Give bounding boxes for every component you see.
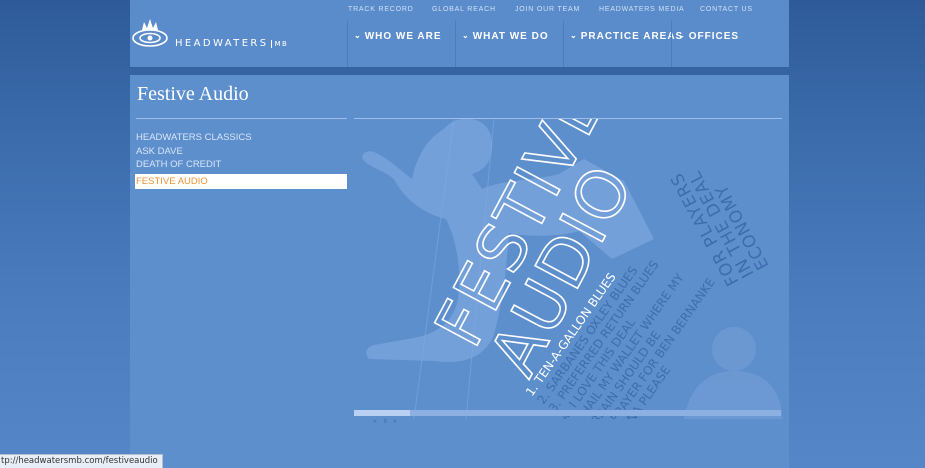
main-content: Festive Audio HEADWATERS CLASSICS ASK DA… — [130, 75, 789, 468]
festive-audio-artwork: FESTIVE AUDIO FOR PLAYERS IN THE DEAL EC… — [362, 119, 782, 419]
dancer-silhouette — [684, 327, 782, 419]
playback-progress-fill — [354, 410, 410, 416]
playback-progress-bar[interactable] — [354, 410, 781, 416]
nav-what-we-do[interactable]: ⌄ WHAT WE DO — [455, 20, 562, 67]
brand-wordmark: HEADWATERS MB — [175, 38, 289, 49]
utility-nav: TRACK RECORD GLOBAL REACH JOIN OUR TEAM … — [130, 6, 789, 18]
subnav-item-headwaters-classics[interactable]: HEADWATERS CLASSICS — [135, 131, 347, 145]
playback-controls[interactable]: « ॥ » — [373, 417, 399, 426]
divider — [136, 118, 347, 119]
util-link-track-record[interactable]: TRACK RECORD — [348, 6, 414, 13]
subnav-item-ask-dave[interactable]: ASK DAVE — [135, 145, 347, 159]
page-title: Festive Audio — [137, 83, 249, 105]
nav-who-we-are[interactable]: ⌄ WHO WE ARE — [347, 20, 454, 67]
audio-player-artwork[interactable]: FESTIVE AUDIO FOR PLAYERS IN THE DEAL EC… — [354, 119, 782, 419]
subnav-item-death-of-credit[interactable]: DEATH OF CREDIT — [135, 158, 347, 172]
util-link-global-reach[interactable]: GLOBAL REACH — [432, 6, 496, 13]
section-subnav: HEADWATERS CLASSICS ASK DAVE DEATH OF CR… — [135, 131, 347, 189]
util-link-headwaters-media[interactable]: HEADWATERS MEDIA — [599, 6, 685, 13]
chevron-down-icon: ⌄ — [462, 31, 470, 40]
subnav-item-festive-audio[interactable]: FESTIVE AUDIO — [135, 173, 347, 189]
nav-offices[interactable]: ⌄ OFFICES — [671, 20, 778, 67]
chevron-down-icon: ⌄ — [570, 31, 578, 40]
util-link-contact-us[interactable]: CONTACT US — [700, 6, 753, 13]
main-nav: ⌄ WHO WE ARE ⌄ WHAT WE DO ⌄ PRACTICE AREAS … — [347, 20, 789, 67]
util-link-join-our-team[interactable]: JOIN OUR TEAM — [515, 6, 580, 13]
nav-practice-areas[interactable]: ⌄ PRACTICE AREAS — [563, 20, 682, 67]
artwork-tagline: FOR PLAYERS IN THE DEAL ECONOMY — [667, 167, 774, 289]
chevron-down-icon: ⌄ — [354, 31, 362, 40]
chevron-down-icon: ⌄ — [678, 31, 686, 40]
browser-status-bar: tp://headwatersmb.com/festiveaudio — [0, 454, 163, 468]
site-header: HEADWATERS MB TRACK RECORD GLOBAL REACH J… — [130, 0, 789, 67]
